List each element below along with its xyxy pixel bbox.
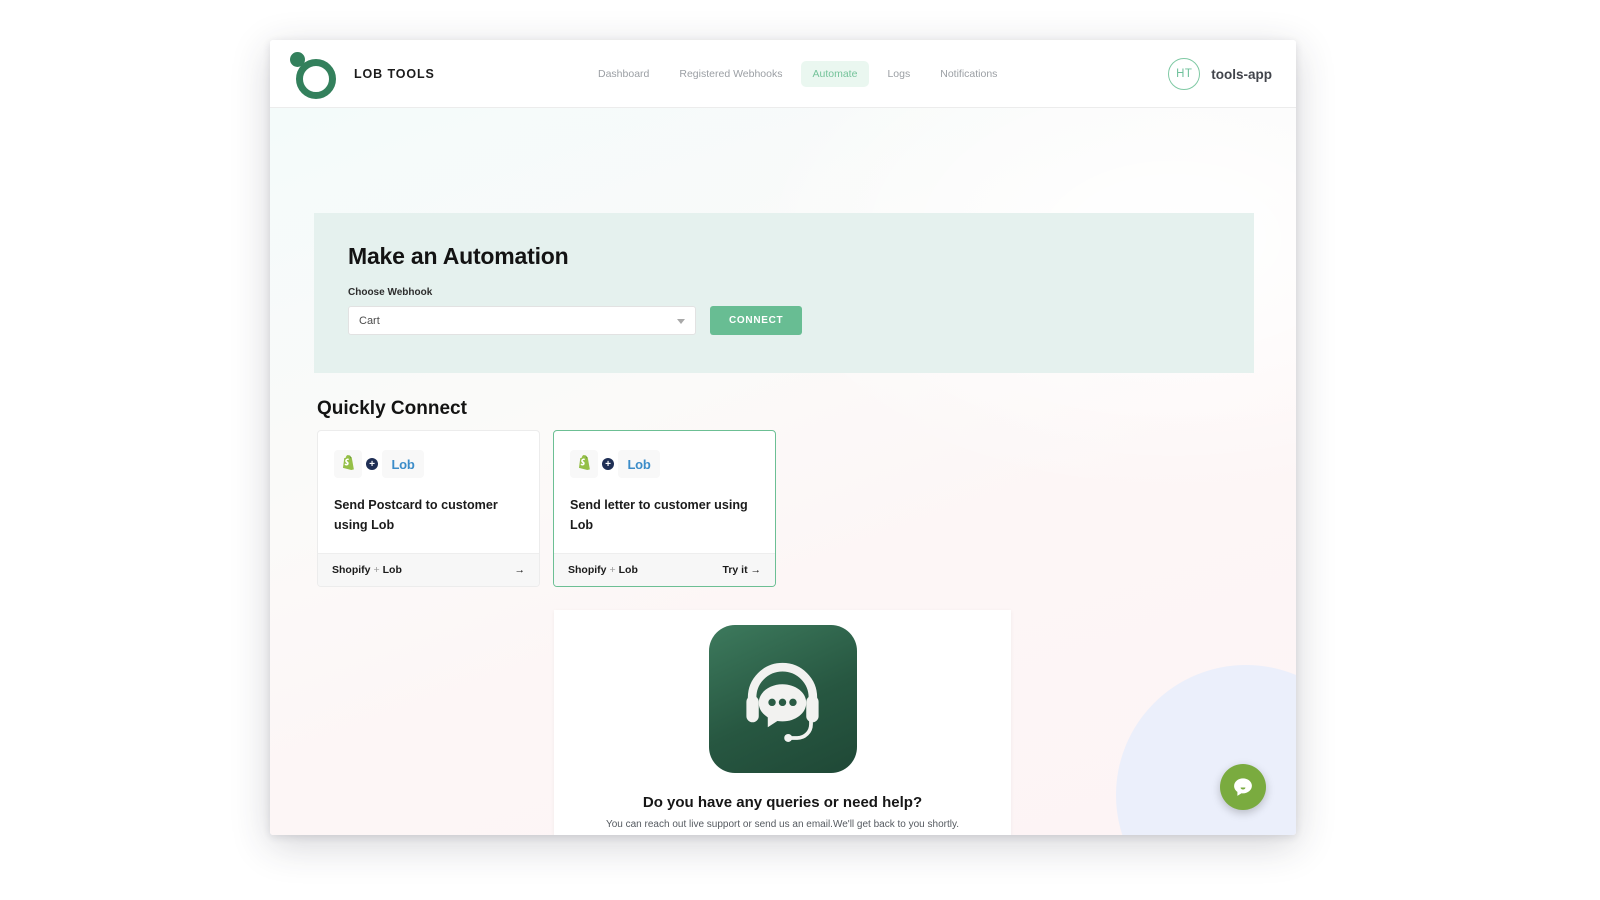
brand[interactable]: LOB TOOLS xyxy=(282,43,435,105)
shopify-icon xyxy=(334,450,362,478)
automation-hero-panel: Make an Automation Choose Webhook Cart C… xyxy=(314,213,1254,373)
card-title: Send Postcard to customer using Lob xyxy=(334,498,498,532)
nav-item-automate[interactable]: Automate xyxy=(800,61,870,87)
webhook-row: Cart CONNECT xyxy=(348,306,1220,335)
support-subtitle: You can reach out live support or send u… xyxy=(605,819,960,830)
footer-shopify-label: Shopify xyxy=(332,564,371,576)
chevron-down-icon xyxy=(677,319,685,324)
support-panel: Do you have any queries or need help? Yo… xyxy=(554,610,1011,835)
nav-item-notifications[interactable]: Notifications xyxy=(928,61,1009,87)
card-action-arrow[interactable]: → xyxy=(515,564,526,576)
user-name: tools-app xyxy=(1211,66,1272,82)
app-header: LOB TOOLS Dashboard Registered Webhooks … xyxy=(270,40,1296,108)
card-footer-integrations: Shopify + Lob xyxy=(332,564,402,576)
shopify-icon xyxy=(570,450,598,478)
card-footer-integrations: Shopify + Lob xyxy=(568,564,638,576)
automation-card-letter[interactable]: + Lob Send letter to customer using Lob … xyxy=(553,430,776,587)
footer-lob-label: Lob xyxy=(382,564,402,576)
card-body: + Lob Send letter to customer using Lob xyxy=(554,431,775,553)
integration-icons: + Lob xyxy=(334,450,523,478)
nav-item-registered-webhooks[interactable]: Registered Webhooks xyxy=(667,61,794,87)
webhook-select[interactable]: Cart xyxy=(348,306,696,335)
decorative-blob xyxy=(1116,665,1296,835)
webhook-select-value: Cart xyxy=(359,314,380,327)
footer-plus-label: + xyxy=(373,564,380,576)
connect-button[interactable]: CONNECT xyxy=(710,306,803,335)
card-body: + Lob Send Postcard to customer using Lo… xyxy=(318,431,539,553)
lob-ring-logo-icon xyxy=(282,43,344,105)
main-nav: Dashboard Registered Webhooks Automate L… xyxy=(586,40,1009,108)
try-it-link[interactable]: Try it → xyxy=(722,564,761,576)
footer-shopify-label: Shopify xyxy=(568,564,607,576)
plus-icon: + xyxy=(602,458,614,470)
card-footer: Shopify + Lob → xyxy=(318,553,539,586)
lob-wordmark-icon: Lob xyxy=(382,450,424,478)
webhook-field-label: Choose Webhook xyxy=(348,287,433,298)
chat-widget-button[interactable] xyxy=(1220,764,1266,810)
lob-wordmark-icon: Lob xyxy=(618,450,660,478)
quickly-connect-title: Quickly Connect xyxy=(317,398,467,419)
avatar: HT xyxy=(1168,58,1201,90)
nav-item-logs[interactable]: Logs xyxy=(875,61,922,87)
chat-bubble-icon xyxy=(1234,778,1252,796)
automation-card-postcard[interactable]: + Lob Send Postcard to customer using Lo… xyxy=(317,430,540,587)
card-title: Send letter to customer using Lob xyxy=(570,498,748,532)
user-menu[interactable]: HT tools-app xyxy=(1168,40,1272,108)
integration-icons: + Lob xyxy=(570,450,759,478)
quickly-connect-cards: + Lob Send Postcard to customer using Lo… xyxy=(317,430,776,587)
card-footer: Shopify + Lob Try it → xyxy=(554,553,775,586)
headset-chat-icon xyxy=(708,625,857,773)
browser-window: LOB TOOLS Dashboard Registered Webhooks … xyxy=(270,40,1296,835)
screen-root: LOB TOOLS Dashboard Registered Webhooks … xyxy=(0,0,1600,900)
plus-icon: + xyxy=(366,458,378,470)
support-title: Do you have any queries or need help? xyxy=(642,794,923,811)
footer-plus-label: + xyxy=(609,564,616,576)
page-body: Make an Automation Choose Webhook Cart C… xyxy=(270,108,1296,835)
logo-dot-shape xyxy=(290,51,305,67)
page-title: Make an Automation xyxy=(348,243,569,269)
brand-name: LOB TOOLS xyxy=(354,66,435,81)
nav-item-dashboard[interactable]: Dashboard xyxy=(586,61,661,87)
footer-lob-label: Lob xyxy=(618,564,638,576)
